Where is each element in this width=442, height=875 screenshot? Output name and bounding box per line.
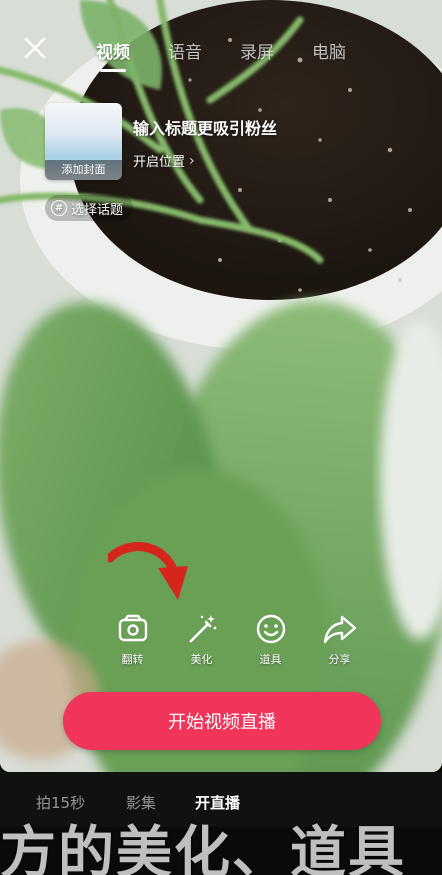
share-label: 分享: [328, 653, 351, 666]
location-label: 开启位置: [133, 155, 186, 170]
flip-camera-button[interactable]: 翻转: [98, 611, 167, 667]
add-cover-label: 添加封面: [45, 160, 122, 180]
share-button[interactable]: 分享: [305, 611, 374, 667]
tab-voice-label: 语音: [168, 43, 202, 63]
start-live-button[interactable]: 开始视频直播: [63, 692, 381, 750]
annotation-arrow-icon: [108, 542, 188, 600]
mode-tabs: 视频 语音 录屏 电脑: [96, 38, 384, 72]
share-arrow-icon: [323, 615, 356, 644]
smiley-icon: [256, 614, 285, 644]
select-topic-button[interactable]: # 选择话题: [45, 195, 134, 221]
chevron-right-icon: ›: [189, 152, 195, 169]
tab-video[interactable]: 视频: [96, 38, 168, 72]
beautify-button[interactable]: 美化: [167, 611, 236, 667]
tab-screen-record-label: 录屏: [240, 43, 274, 63]
magic-wand-icon: [189, 615, 216, 643]
live-setup-screen: 视频 语音 录屏 电脑 添加封面 输入标题更吸引粉丝 开启位置 › # 选择话题: [0, 0, 442, 875]
location-toggle[interactable]: 开启位置 ›: [133, 151, 195, 171]
close-icon[interactable]: [20, 33, 50, 63]
flip-label: 翻转: [121, 653, 144, 666]
tab-computer[interactable]: 电脑: [312, 38, 384, 63]
video-subtitle: 方的美化、道具: [0, 821, 406, 875]
add-cover-button[interactable]: 添加封面: [45, 103, 122, 180]
tab-active-indicator: [100, 69, 126, 72]
tab-screen-record[interactable]: 录屏: [240, 38, 312, 63]
props-label: 道具: [259, 653, 282, 666]
camera-flip-icon: [118, 614, 147, 642]
tab-video-label: 视频: [96, 43, 130, 63]
props-button[interactable]: 道具: [236, 611, 305, 667]
tab-voice[interactable]: 语音: [168, 38, 240, 63]
hash-icon: #: [51, 200, 67, 216]
select-topic-label: 选择话题: [71, 202, 124, 218]
beautify-label: 美化: [190, 653, 213, 666]
title-input[interactable]: 输入标题更吸引粉丝: [133, 115, 277, 139]
live-tools: 翻转 美化 道具 分享: [98, 611, 374, 667]
tab-computer-label: 电脑: [312, 43, 346, 63]
